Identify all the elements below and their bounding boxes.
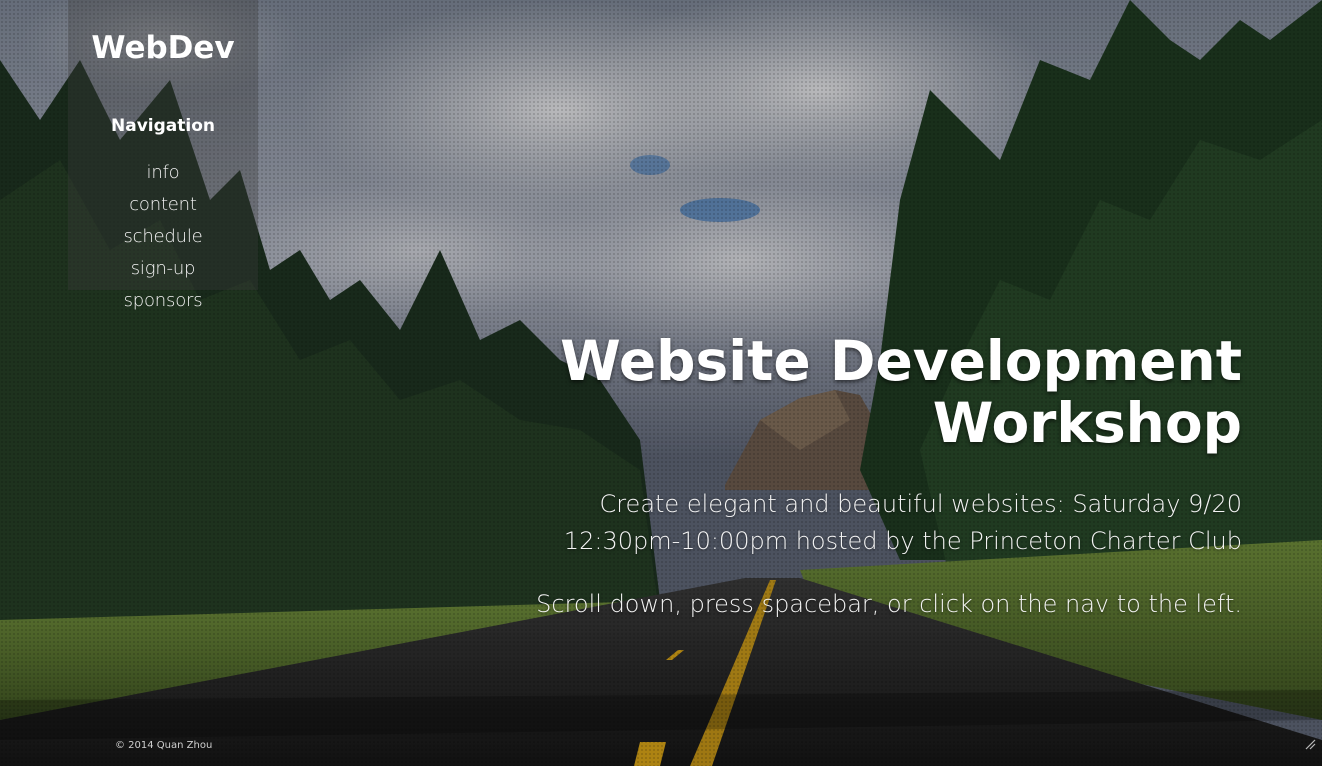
nav-item-sign-up: sign-up <box>68 256 258 288</box>
page: WebDev Navigation info content schedule … <box>0 0 1322 766</box>
hero-title-line1: Website Development <box>560 329 1242 393</box>
nav-item-sponsors: sponsors <box>68 288 258 320</box>
nav-item-info: info <box>68 160 258 192</box>
nav-item-content: content <box>68 192 258 224</box>
nav-link-sign-up[interactable]: sign-up <box>131 258 196 279</box>
site-logo[interactable]: WebDev <box>68 30 258 66</box>
footer-copyright: © 2014 Quan Zhou <box>115 740 213 751</box>
nav-item-schedule: schedule <box>68 224 258 256</box>
nav-link-schedule[interactable]: schedule <box>123 226 202 247</box>
nav-link-content[interactable]: content <box>129 194 197 215</box>
nav-link-sponsors[interactable]: sponsors <box>124 290 203 311</box>
hero-subtitle-line1: Create elegant and beautiful websites: S… <box>599 490 1242 518</box>
hero-subtitle-line2: 12:30pm-10:00pm hosted by the Princeton … <box>563 527 1242 555</box>
nav-link-info[interactable]: info <box>147 162 180 183</box>
hero-title: Website Development Workshop <box>482 330 1242 454</box>
hero-title-line2: Workshop <box>932 391 1242 455</box>
hero-hint: Scroll down, press spacebar, or click on… <box>536 590 1242 618</box>
resize-grip-icon[interactable] <box>1304 738 1316 750</box>
nav-heading: Navigation <box>111 116 215 136</box>
hero-subtitle: Create elegant and beautiful websites: S… <box>482 486 1242 560</box>
nav-list: info content schedule sign-up sponsors <box>68 160 258 320</box>
sidebar: WebDev Navigation info content schedule … <box>68 0 258 311</box>
